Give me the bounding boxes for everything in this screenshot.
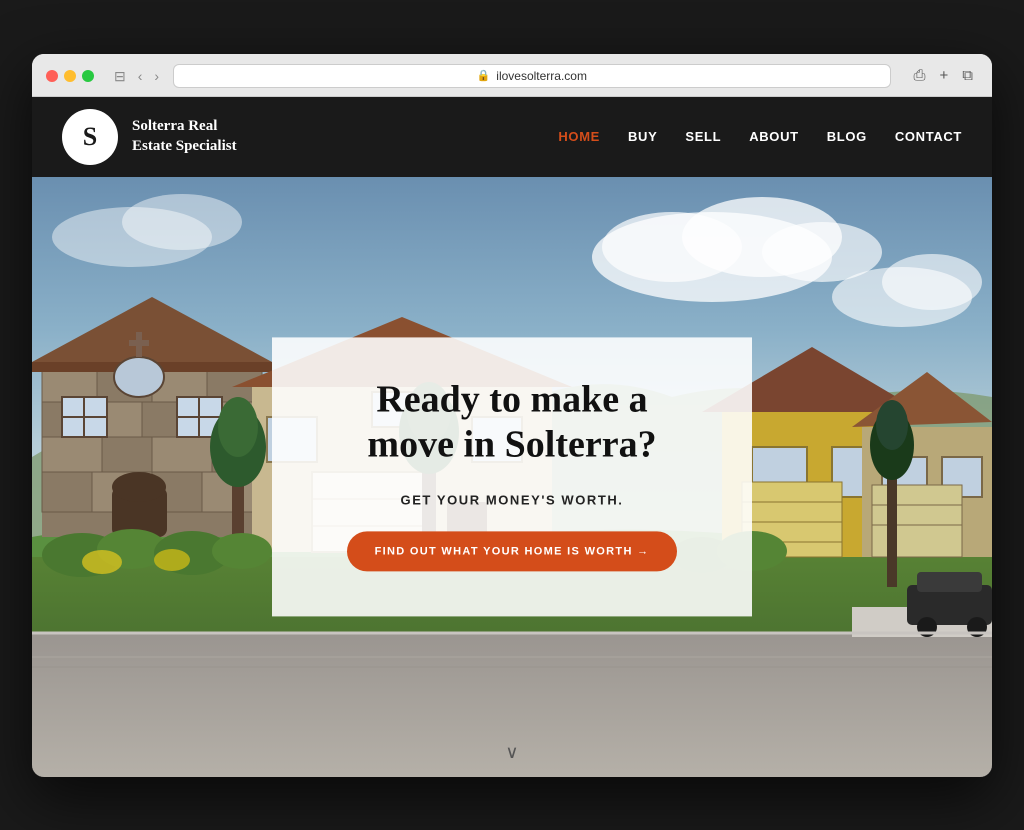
new-tab-button[interactable]: + xyxy=(935,65,954,86)
close-button[interactable] xyxy=(46,70,58,82)
share-button[interactable]: ⎙ xyxy=(909,65,931,86)
website: S Solterra Real Estate Specialist HOME B… xyxy=(32,97,992,777)
browser-actions: ⎙ + ⧉ xyxy=(909,65,979,86)
url-text: ilovesolterra.com xyxy=(496,69,587,83)
forward-button[interactable]: › xyxy=(150,67,163,85)
nav-about[interactable]: ABOUT xyxy=(749,129,798,144)
browser-window: ⊟ ‹ › 🔒 ilovesolterra.com ⎙ + ⧉ S Solter… xyxy=(32,54,992,777)
fullscreen-button[interactable] xyxy=(82,70,94,82)
logo-line1: Solterra Real xyxy=(132,117,237,137)
hero-subtext: GET YOUR MONEY'S WORTH. xyxy=(332,492,692,507)
hero-cta-button[interactable]: FIND OUT WHAT YOUR HOME IS WORTH → xyxy=(347,531,678,571)
site-nav: HOME BUY SELL ABOUT BLOG CONTACT xyxy=(558,129,962,144)
logo-icon: S xyxy=(62,109,118,165)
nav-buy[interactable]: BUY xyxy=(628,129,657,144)
sidebar-toggle-button[interactable]: ⊟ xyxy=(110,67,130,85)
logo-area: S Solterra Real Estate Specialist xyxy=(62,109,237,165)
browser-chrome: ⊟ ‹ › 🔒 ilovesolterra.com ⎙ + ⧉ xyxy=(32,54,992,97)
traffic-lights xyxy=(46,70,94,82)
tabs-button[interactable]: ⧉ xyxy=(957,65,978,86)
lock-icon: 🔒 xyxy=(477,69,491,82)
nav-home[interactable]: HOME xyxy=(558,129,600,144)
address-bar[interactable]: 🔒 ilovesolterra.com xyxy=(173,64,890,88)
hero-overlay-card: Ready to make a move in Solterra? GET YO… xyxy=(272,337,752,616)
nav-contact[interactable]: CONTACT xyxy=(895,129,962,144)
nav-sell[interactable]: SELL xyxy=(685,129,721,144)
browser-controls: ⊟ ‹ › xyxy=(110,67,163,85)
hero-section: Ready to make a move in Solterra? GET YO… xyxy=(32,177,992,777)
minimize-button[interactable] xyxy=(64,70,76,82)
scroll-indicator[interactable]: ∨ xyxy=(505,742,518,763)
logo-line2: Estate Specialist xyxy=(132,137,237,157)
logo-text: Solterra Real Estate Specialist xyxy=(132,117,237,156)
site-header: S Solterra Real Estate Specialist HOME B… xyxy=(32,97,992,177)
hero-headline: Ready to make a move in Solterra? xyxy=(332,377,692,468)
back-button[interactable]: ‹ xyxy=(134,67,147,85)
nav-blog[interactable]: BLOG xyxy=(827,129,867,144)
